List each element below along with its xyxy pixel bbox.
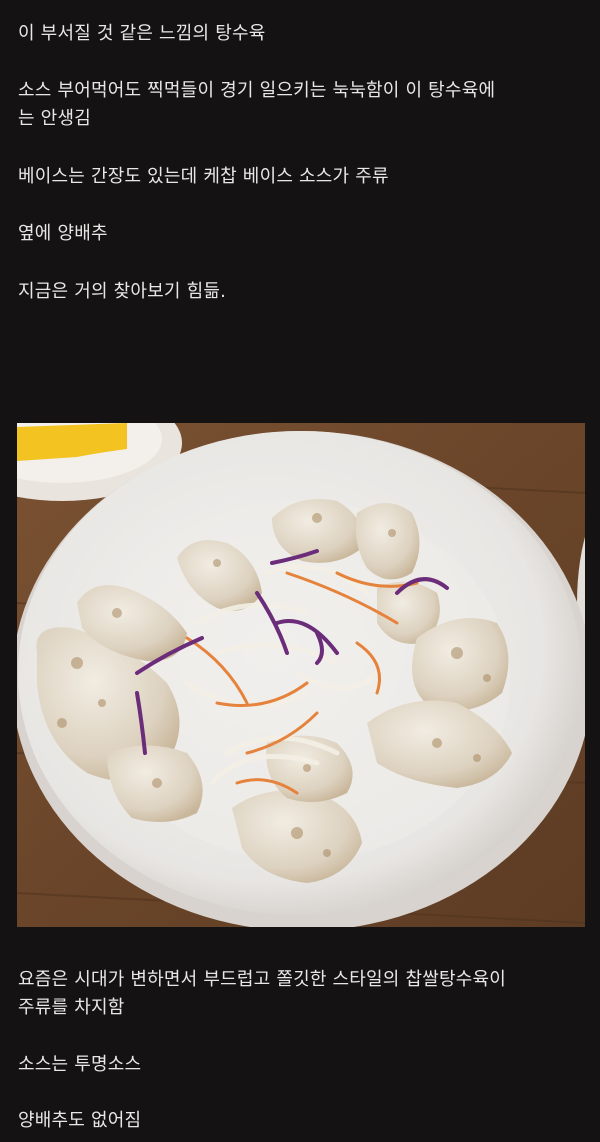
- post-text-line-2: 소스 부어먹어도 찍먹들이 경기 일으키는 눅눅함이 이 탕수육에: [18, 80, 496, 101]
- post-text-line-6: 지금은 거의 찾아보기 힘듦.: [18, 281, 227, 302]
- post-text-line-4: 베이스는 간장도 있는데 케찹 베이스 소스가 주류: [18, 166, 389, 187]
- post-text-line-7: 요즘은 시대가 변하면서 부드럽고 쫄깃한 스타일의 찹쌀탕수육이: [18, 969, 507, 990]
- sweet-and-sour-pork-illustration: [17, 423, 585, 927]
- post-text-line-1: 이 부서질 것 같은 느낌의 탕수육: [18, 23, 266, 44]
- post-text-line-5: 옆에 양배추: [18, 223, 108, 244]
- post-text-line-10: 양배추도 없어짐: [18, 1110, 142, 1131]
- post-text-line-9: 소스는 투명소스: [18, 1054, 142, 1075]
- post-text-line-8: 주류를 차지함: [18, 997, 125, 1018]
- post-text-line-3: 는 안생김: [18, 108, 91, 129]
- food-photo: [17, 423, 585, 927]
